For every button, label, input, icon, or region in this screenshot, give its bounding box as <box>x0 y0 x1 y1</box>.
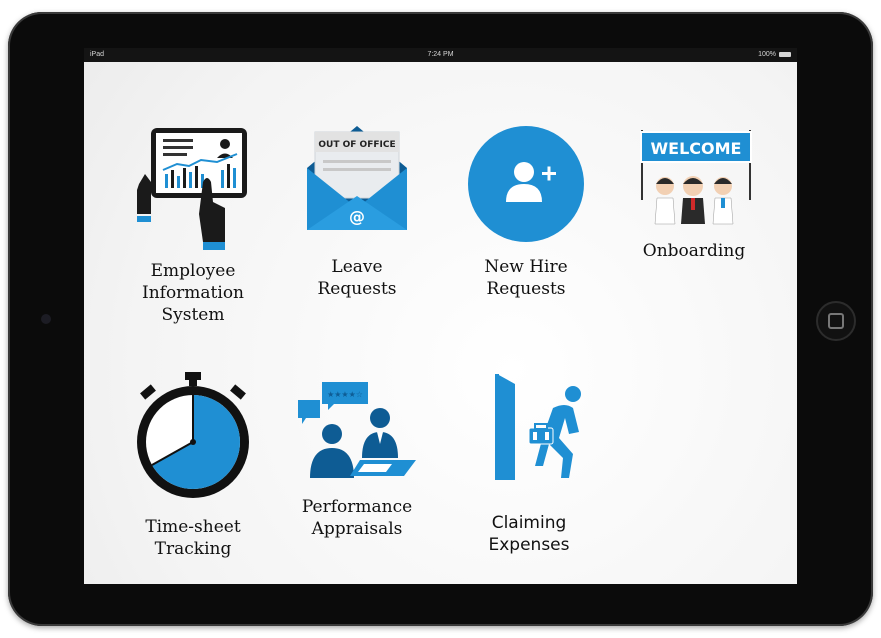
svg-text:WELCOME: WELCOME <box>651 139 742 158</box>
employee-info-icon <box>137 128 247 250</box>
tile-label: Performance Appraisals <box>301 497 413 539</box>
tile-label: Employee Information System <box>141 261 245 325</box>
tile-new-hire-requests[interactable]: New Hire Requests <box>451 124 601 300</box>
svg-text:★★★★☆: ★★★★☆ <box>327 390 363 399</box>
traveler-exit-icon <box>495 374 581 480</box>
svg-text:@: @ <box>349 207 365 226</box>
tile-label: New Hire Requests <box>484 257 568 299</box>
battery-icon <box>779 52 791 57</box>
tile-label: Time-sheet Tracking <box>145 517 241 559</box>
add-user-icon <box>468 126 584 242</box>
home-square-icon <box>828 313 844 329</box>
front-camera <box>41 314 51 324</box>
status-bar: iPad 7:24 PM 100% <box>84 48 797 62</box>
tile-label: Leave Requests <box>317 257 397 299</box>
welcome-banner-icon: WELCOME <box>640 130 752 225</box>
tile-claiming-expenses[interactable]: Claiming Expenses <box>454 374 604 556</box>
app-screen: iPad 7:24 PM 100% Employee Information S… <box>84 48 797 584</box>
tile-label: Claiming Expenses <box>488 513 570 555</box>
tile-leave-requests[interactable]: OUT OF OFFICE @ Leave Requests <box>282 124 432 300</box>
svg-text:OUT OF OFFICE: OUT OF OFFICE <box>318 140 395 150</box>
tile-onboarding[interactable]: WELCOME Onboarding <box>619 124 769 262</box>
home-button[interactable] <box>816 301 856 341</box>
tile-performance-appraisals[interactable]: ★★★★☆ Performance Appraisals <box>282 378 432 540</box>
tile-time-sheet-tracking[interactable]: Time-sheet Tracking <box>118 370 268 560</box>
tile-label: Onboarding <box>642 241 746 261</box>
out-of-office-envelope-icon: OUT OF OFFICE @ <box>307 126 407 230</box>
stopwatch-icon <box>137 372 249 498</box>
tile-employee-information-system[interactable]: Employee Information System <box>118 124 268 326</box>
performance-review-icon: ★★★★☆ <box>298 382 416 478</box>
clock: 7:24 PM <box>427 51 454 58</box>
battery-percent: 100% <box>758 51 776 58</box>
